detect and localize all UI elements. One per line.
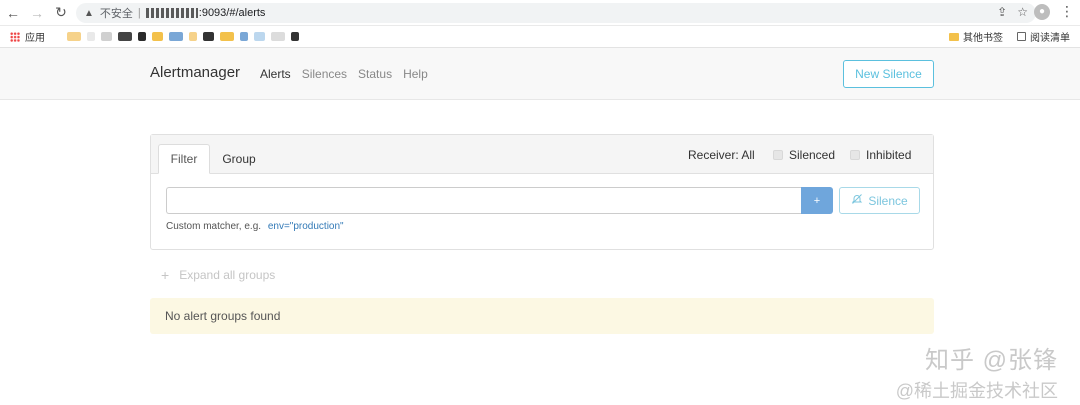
nav-link-status[interactable]: Status <box>358 67 392 81</box>
redacted-bookmark-item[interactable] <box>254 32 265 41</box>
address-bar[interactable]: ▲ 不安全 | :9093/#/alerts ⇪ ☆ <box>76 3 1036 23</box>
no-alert-groups-message: No alert groups found <box>150 298 934 334</box>
inhibited-toggle[interactable]: Inhibited <box>850 148 911 162</box>
other-bookmarks-label: 其他书签 <box>963 33 1003 44</box>
folder-icon <box>949 32 959 41</box>
insecure-label: 不安全 <box>99 8 133 20</box>
redacted-bookmark-item[interactable] <box>118 32 132 41</box>
redacted-bookmark-item[interactable] <box>291 32 299 41</box>
nav-link-silences[interactable]: Silences <box>302 67 347 81</box>
reading-list[interactable]: 阅读清单 <box>1017 29 1070 44</box>
expand-all-groups[interactable]: + Expand all groups <box>161 267 275 283</box>
add-matcher-button[interactable]: + <box>801 187 833 214</box>
redacted-bookmark-item[interactable] <box>189 32 197 41</box>
redacted-bookmark-item[interactable] <box>87 32 95 41</box>
redacted-bookmark-item[interactable] <box>67 32 81 41</box>
redacted-bookmark-item[interactable] <box>220 32 234 41</box>
matcher-hint: Custom matcher, e.g. env="production" <box>166 221 344 232</box>
profile-avatar-icon[interactable]: ● <box>1034 3 1050 20</box>
silence-button[interactable]: Silence <box>839 187 920 214</box>
nav-links: Alerts Silences Status Help <box>260 67 428 81</box>
share-icon[interactable]: ⇪ <box>997 5 1007 19</box>
tab-filter[interactable]: Filter <box>158 144 210 174</box>
reading-list-label: 阅读清单 <box>1030 33 1070 44</box>
silence-button-label: Silence <box>868 193 908 208</box>
redacted-bookmark-item[interactable] <box>152 32 163 41</box>
redacted-bookmark-item[interactable] <box>271 32 285 41</box>
browser-menu-icon[interactable]: ⋮ <box>1060 3 1074 20</box>
silenced-label: Silenced <box>789 148 836 162</box>
other-bookmarks-folder[interactable]: 其他书签 <box>949 29 1003 44</box>
bookmarks-bar: 应用 其他书签 阅读清单 <box>0 26 1080 48</box>
matcher-input[interactable] <box>166 187 802 214</box>
receiver-filter[interactable]: Receiver: All <box>688 148 755 162</box>
hint-example: env="production" <box>267 221 344 232</box>
plus-icon: + <box>161 267 170 283</box>
forward-icon[interactable]: → <box>26 2 48 24</box>
redacted-bookmarks <box>67 32 299 41</box>
inhibited-label: Inhibited <box>866 148 912 162</box>
url-separator: | <box>137 7 141 19</box>
inhibited-checkbox[interactable] <box>850 150 860 160</box>
app-navbar: Alertmanager Alerts Silences Status Help… <box>0 48 1080 100</box>
star-icon[interactable]: ☆ <box>1017 5 1028 19</box>
apps-grid-icon[interactable] <box>10 31 20 42</box>
new-silence-button[interactable]: New Silence <box>843 60 934 88</box>
nav-link-alerts[interactable]: Alerts <box>260 67 291 81</box>
redacted-bookmark-item[interactable] <box>240 32 248 41</box>
silenced-toggle[interactable]: Silenced <box>773 148 835 162</box>
warning-icon: ▲ <box>84 7 94 19</box>
browser-toolbar: ← → ↻ ▲ 不安全 | :9093/#/alerts ⇪ ☆ ● ⋮ <box>0 0 1080 26</box>
brand-logo-text[interactable]: Alertmanager <box>150 64 240 81</box>
nav-link-help[interactable]: Help <box>403 67 428 81</box>
watermark-line1: 知乎 @张锋 <box>924 347 1058 374</box>
redacted-bookmark-item[interactable] <box>169 32 183 41</box>
filter-panel-header: Filter Group Receiver: All Silenced Inhi… <box>151 135 933 174</box>
filter-panel: Filter Group Receiver: All Silenced Inhi… <box>150 134 934 250</box>
redacted-bookmark-item[interactable] <box>138 32 146 41</box>
bell-slash-icon <box>851 193 863 208</box>
redacted-bookmark-item[interactable] <box>101 32 112 41</box>
watermark-line2: @稀土掘金技术社区 <box>895 381 1058 401</box>
reading-list-icon <box>1017 32 1026 41</box>
url-text: :9093/#/alerts <box>198 7 266 19</box>
tab-group[interactable]: Group <box>217 144 261 174</box>
redacted-host <box>145 8 198 18</box>
redacted-bookmark-item[interactable] <box>203 32 214 41</box>
apps-label[interactable]: 应用 <box>25 29 45 44</box>
expand-all-label: Expand all groups <box>179 268 276 282</box>
watermark: 知乎 @张锋 @稀土掘金技术社区 <box>896 340 1058 403</box>
reload-icon[interactable]: ↻ <box>50 2 72 24</box>
back-icon[interactable]: ← <box>2 2 24 24</box>
silenced-checkbox[interactable] <box>773 150 783 160</box>
hint-text: Custom matcher, e.g. <box>166 221 262 232</box>
